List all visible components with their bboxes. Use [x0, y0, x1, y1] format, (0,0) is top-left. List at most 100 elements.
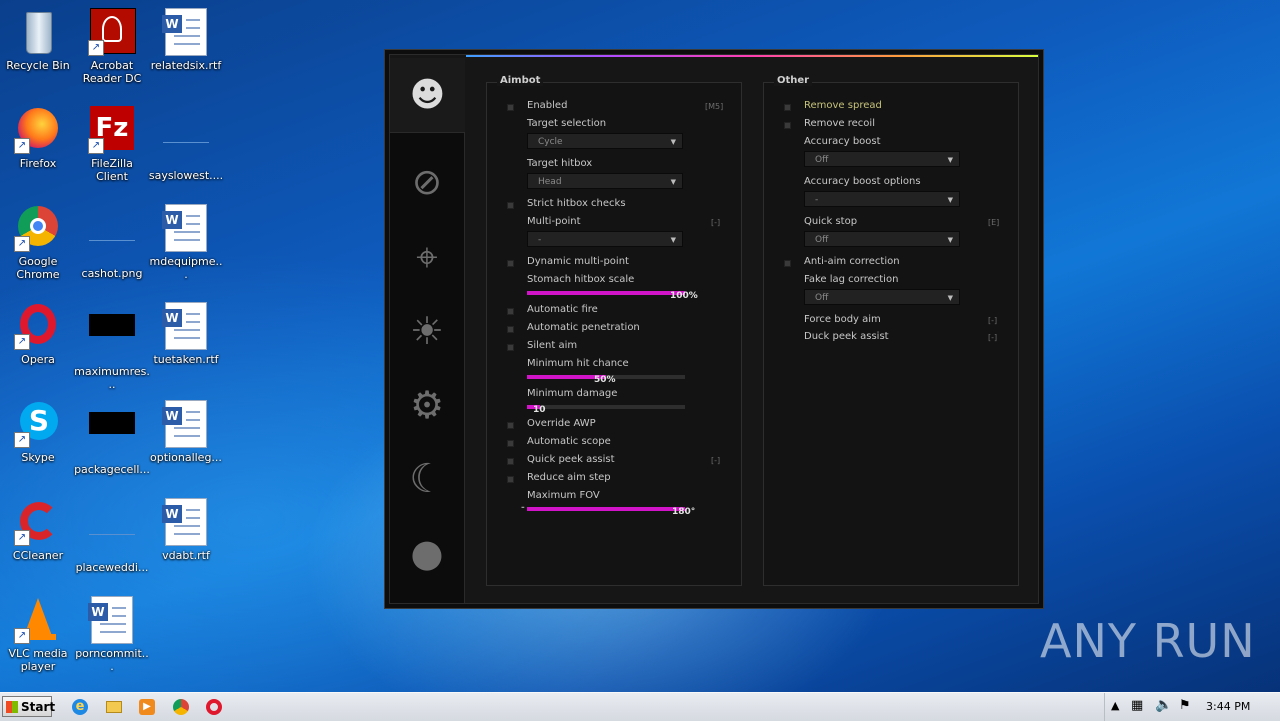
tab-visuals[interactable]: ☀ [390, 294, 464, 368]
desktop-icon-filezilla[interactable]: Fz ↗ FileZilla Client [74, 106, 150, 183]
dropdown-arrow-icon: ▼ [947, 294, 953, 302]
remove-recoil-checkbox[interactable] [784, 122, 791, 129]
desktop-icon-label: tuetaken.rtf [153, 353, 219, 366]
max-fov-decrement[interactable]: - [521, 503, 525, 513]
enabled-keybind[interactable]: [M5] [705, 102, 723, 111]
tab-skins[interactable]: ☾ [390, 442, 464, 516]
file-explorer-taskbar-icon[interactable] [104, 697, 124, 717]
desktop-icon-mdequipme[interactable]: W mdequipme... [148, 204, 224, 281]
show-hidden-icons-chevron-icon[interactable]: ▲ [1111, 699, 1119, 712]
desktop-icon-firefox[interactable]: ↗ Firefox [0, 106, 76, 170]
desktop-icon-vlc[interactable]: ↗ VLC media player [0, 596, 76, 673]
black-thumbnail-icon [88, 314, 136, 362]
strict-hitbox-checkbox[interactable] [507, 202, 514, 209]
dropdown-arrow-icon: ▼ [670, 236, 676, 244]
duck-peek-assist-keybind[interactable]: [-] [988, 333, 997, 342]
min-hit-chance-label: Minimum hit chance [527, 358, 629, 369]
gears-icon: ⚙ [409, 383, 445, 427]
desktop-icon-recycle-bin[interactable]: Recycle Bin [0, 8, 76, 72]
tab-legit[interactable]: ⌖ [390, 220, 464, 294]
desktop-icon-vdabt[interactable]: W vdabt.rtf [148, 498, 224, 562]
desktop-icon-cashot[interactable]: cashot.png [74, 204, 150, 280]
desktop-icon-packagecell[interactable]: packagecell... [74, 400, 150, 476]
desktop-icon-tuetaken[interactable]: W tuetaken.rtf [148, 302, 224, 366]
internet-explorer-taskbar-icon[interactable]: e [70, 697, 90, 717]
automatic-penetration-label: Automatic penetration [527, 322, 640, 333]
tab-antiaim[interactable]: ⊘ [390, 145, 464, 219]
stomach-scale-slider[interactable] [527, 291, 685, 295]
slider-fill [527, 507, 685, 511]
desktop-icon-placeweddi[interactable]: placeweddi... [74, 498, 150, 574]
quick-peek-checkbox[interactable] [507, 458, 514, 465]
tab-rage[interactable]: ☻ [390, 58, 465, 133]
stomach-scale-value: 100% [670, 291, 698, 301]
desktop-icon-ccleaner[interactable]: ↗ CCleaner [0, 498, 76, 562]
tab-players[interactable]: ● [390, 516, 464, 590]
taskbar-clock[interactable]: 3:44 PM [1206, 700, 1250, 713]
multi-point-dropdown[interactable]: - ▼ [527, 231, 683, 247]
media-player-taskbar-icon[interactable]: ▶ [137, 697, 157, 717]
desktop-icon-label: Opera [21, 353, 55, 366]
min-hit-chance-value: 50% [594, 375, 616, 385]
slider-fill [527, 291, 685, 295]
tab-misc[interactable]: ⚙ [390, 368, 464, 442]
desktop-icon-acrobat[interactable]: ↗ Acrobat Reader DC [74, 8, 150, 85]
start-button[interactable]: Start [2, 696, 55, 717]
silent-aim-checkbox[interactable] [507, 344, 514, 351]
target-hitbox-value: Head [538, 177, 562, 187]
desktop-icon-relatedsix[interactable]: W relatedsix.rtf [148, 8, 224, 72]
desktop-icon-sayslowest[interactable]: sayslowest.... [148, 106, 224, 182]
opera-taskbar-icon[interactable] [204, 697, 224, 717]
aimbot-title: Aimbot [497, 75, 544, 86]
fake-lag-correction-dropdown[interactable]: Off ▼ [804, 289, 960, 305]
max-fov-slider[interactable] [527, 507, 685, 511]
accuracy-boost-dropdown[interactable]: Off ▼ [804, 151, 960, 167]
taskbar: Start e ▶ ▲ ▦ 🔈 ⚑ 3:44 PM [0, 692, 1280, 721]
quick-stop-keybind[interactable]: [E] [988, 218, 999, 227]
min-damage-slider[interactable] [527, 405, 685, 409]
accuracy-boost-value: Off [815, 155, 829, 165]
desktop-icon-porncommit[interactable]: W porncommit... [74, 596, 150, 673]
desktop-icon-label: maximumres... [74, 365, 150, 391]
dropdown-arrow-icon: ▼ [947, 156, 953, 164]
desktop-icon-optionalleg[interactable]: W optionalleg... [148, 400, 224, 464]
knife-icon: ☾ [409, 456, 445, 502]
desktop-icon-label: Recycle Bin [6, 59, 70, 72]
remove-spread-checkbox[interactable] [784, 104, 791, 111]
target-hitbox-dropdown[interactable]: Head ▼ [527, 173, 683, 189]
automatic-scope-checkbox[interactable] [507, 440, 514, 447]
fake-lag-correction-label: Fake lag correction [804, 274, 899, 285]
strict-hitbox-label: Strict hitbox checks [527, 198, 626, 209]
reduce-aim-step-checkbox[interactable] [507, 476, 514, 483]
multi-point-keybind[interactable]: [-] [711, 218, 720, 227]
dynamic-multi-point-checkbox[interactable] [507, 260, 514, 267]
volume-icon[interactable]: 🔈 [1155, 697, 1172, 713]
word-document-icon: W [162, 204, 210, 252]
network-icon[interactable]: ▦ [1131, 698, 1143, 713]
remove-spread-label: Remove spread [804, 100, 882, 111]
automatic-scope-label: Automatic scope [527, 436, 611, 447]
desktop-icon-skype[interactable]: S ↗ Skype [0, 400, 76, 464]
force-body-aim-keybind[interactable]: [-] [988, 316, 997, 325]
accuracy-boost-options-dropdown[interactable]: - ▼ [804, 191, 960, 207]
automatic-fire-checkbox[interactable] [507, 308, 514, 315]
desktop-icon-maximumres[interactable]: maximumres... [74, 302, 150, 391]
desktop-icon-label: optionalleg... [150, 451, 222, 464]
quick-peek-keybind[interactable]: [-] [711, 456, 720, 465]
action-center-flag-icon[interactable]: ⚑ [1179, 698, 1191, 713]
opera-icon: ↗ [14, 302, 62, 350]
automatic-penetration-checkbox[interactable] [507, 326, 514, 333]
override-awp-checkbox[interactable] [507, 422, 514, 429]
dropdown-arrow-icon: ▼ [947, 196, 953, 204]
desktop-icon-chrome[interactable]: ↗ Google Chrome [0, 204, 76, 281]
enabled-checkbox[interactable] [507, 104, 514, 111]
anti-aim-correction-checkbox[interactable] [784, 260, 791, 267]
quick-stop-dropdown[interactable]: Off ▼ [804, 231, 960, 247]
cheat-menu-window[interactable]: ☻ ⊘ ⌖ ☀ ⚙ ☾ ● Aimbot Enabled [M5] Target… [384, 49, 1044, 609]
chrome-taskbar-icon[interactable] [171, 697, 191, 717]
desktop-icon-opera[interactable]: ↗ Opera [0, 302, 76, 366]
crosshair-icon: ⌖ [416, 234, 438, 279]
target-selection-dropdown[interactable]: Cycle ▼ [527, 133, 683, 149]
no-target-icon: ⊘ [411, 161, 443, 203]
desktop-icon-label: Skype [21, 451, 55, 464]
